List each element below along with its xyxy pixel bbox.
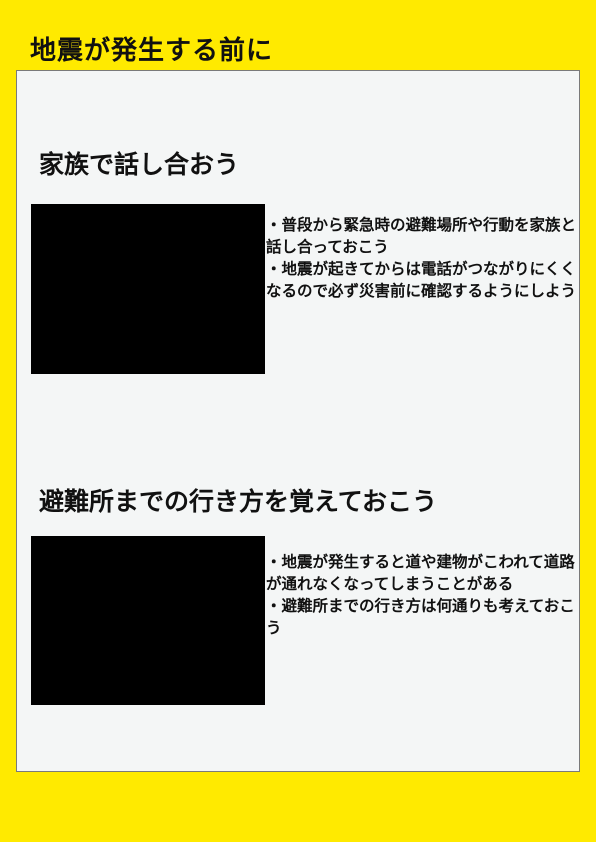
note-item: ・地震が起きてからは電話がつながりにくくなるので必ず災害前に確認するようにしよう xyxy=(266,260,577,300)
family-talk-notes: ・普段から緊急時の避難場所や行動を家族と話し合っておこう ・地震が起きてからは電… xyxy=(266,214,578,302)
note-item: ・避難所までの行き方は何通りも考えておこう xyxy=(266,597,575,637)
evacuation-route-notes: ・地震が発生すると道や建物がこわれて道路が通れなくなってしまうことがある ・避難… xyxy=(266,551,578,639)
evacuation-route-image xyxy=(31,536,265,705)
note-item: ・地震が発生すると道や建物がこわれて道路が通れなくなってしまうことがある xyxy=(266,553,575,593)
section-heading-family-talk: 家族で話し合おう xyxy=(39,150,240,179)
family-talk-image xyxy=(31,204,265,374)
page-title: 地震が発生する前に xyxy=(30,36,274,66)
note-item: ・普段から緊急時の避難場所や行動を家族と話し合っておこう xyxy=(266,216,577,256)
content-panel: 家族で話し合おう ・普段から緊急時の避難場所や行動を家族と話し合っておこう ・地… xyxy=(16,70,580,772)
section-heading-evacuation-route: 避難所までの行き方を覚えておこう xyxy=(39,487,438,516)
